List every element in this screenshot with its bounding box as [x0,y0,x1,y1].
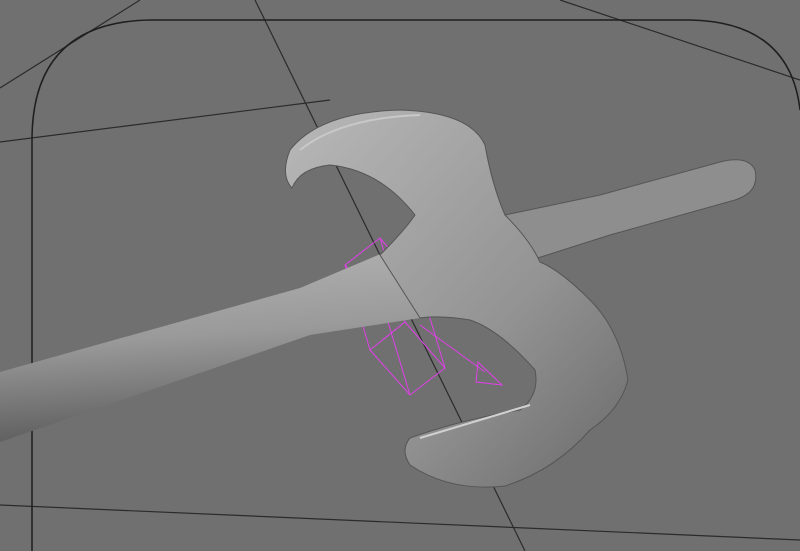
3d-viewport[interactable] [0,0,800,551]
axe-grip [504,159,757,263]
viewport-canvas[interactable] [0,0,800,551]
axe-model[interactable] [0,109,757,488]
move-arrow-icon[interactable] [475,360,504,386]
axe-handle [0,250,420,442]
